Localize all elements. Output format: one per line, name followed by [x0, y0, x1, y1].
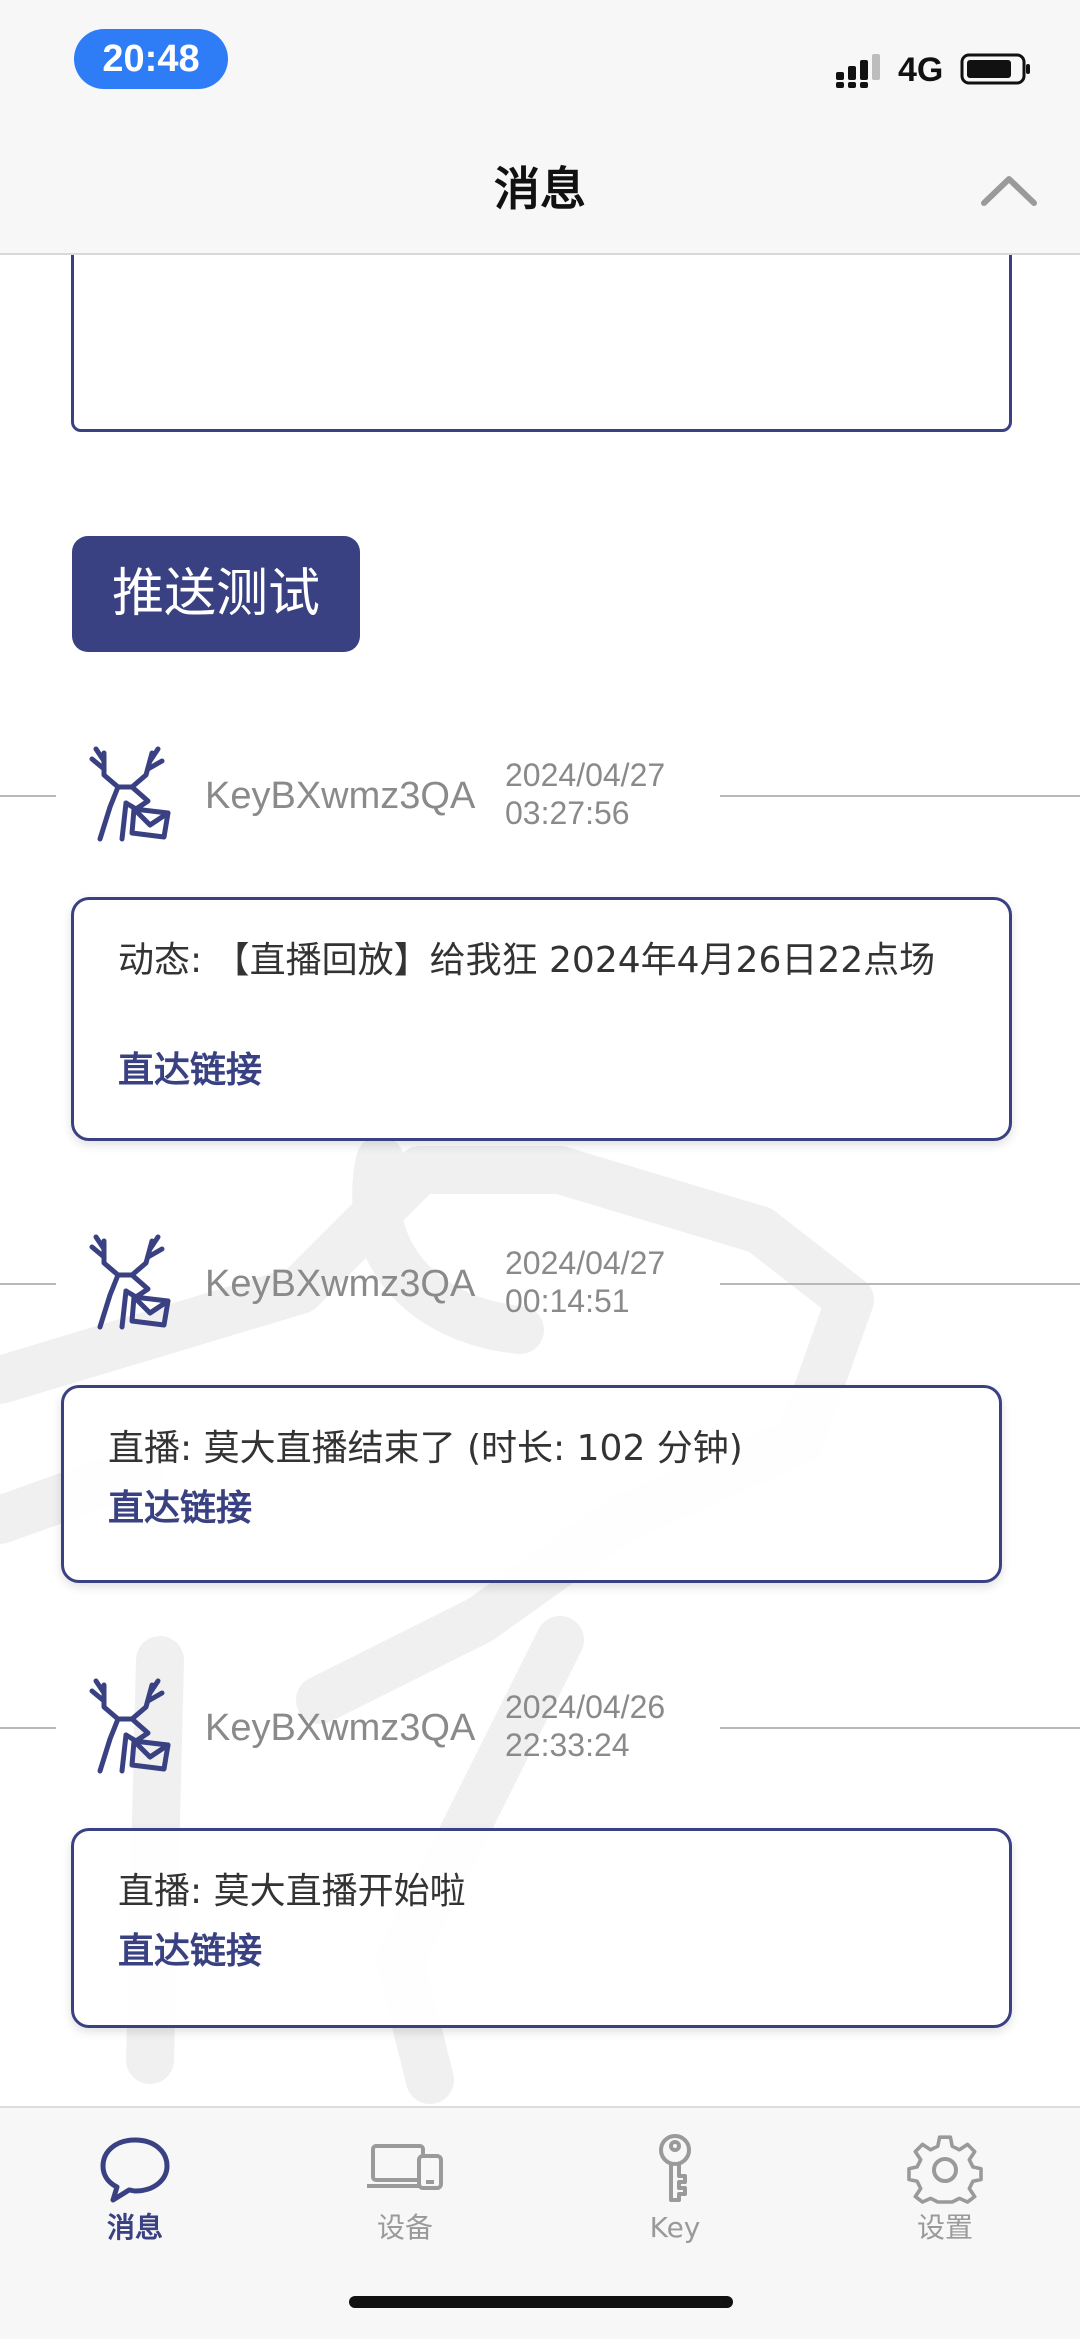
message-sender: KeyBXwmz3QA	[205, 775, 476, 817]
tab-label: 设备	[376, 2211, 433, 2244]
status-bar: 20:48 4G	[0, 0, 1080, 125]
chat-bubble-icon	[100, 2137, 170, 2203]
divider	[0, 795, 56, 797]
message-time: 00:14:51	[505, 1283, 630, 1319]
tab-settings[interactable]: 设置	[810, 2108, 1080, 2258]
message-body: 直播: 莫大直播结束了 (时长: 102 分钟)	[108, 1428, 743, 1469]
message-card: 动态: 【直播回放】给我狂 2024年4月26日22点场 直达链接	[71, 897, 1012, 1141]
divider	[720, 795, 1080, 797]
tab-label: 设置	[916, 2211, 973, 2244]
battery-icon	[960, 53, 1030, 85]
message-list[interactable]: 推送测试 KeyBXwmz3QA 2024/04/27 03:27:56 动态:…	[0, 255, 1080, 2105]
status-time: 20:48	[74, 29, 228, 89]
message-sender: KeyBXwmz3QA	[205, 1707, 476, 1749]
push-test-button[interactable]: 推送测试	[72, 536, 360, 652]
message-sender: KeyBXwmz3QA	[205, 1263, 476, 1305]
page-title: 消息	[494, 162, 586, 216]
tab-messages[interactable]: 消息	[0, 2108, 270, 2258]
direct-link[interactable]: 直达链接	[108, 1486, 252, 1532]
divider	[0, 1727, 56, 1729]
divider	[720, 1727, 1080, 1729]
message-date: 2024/04/27	[505, 757, 666, 793]
signal-icon	[836, 54, 880, 88]
key-icon	[659, 2134, 691, 2202]
divider	[0, 1283, 56, 1285]
deer-avatar-icon	[89, 1234, 171, 1330]
tab-label: 消息	[106, 2211, 163, 2244]
tab-key[interactable]: Key	[540, 2108, 810, 2258]
network-label: 4G	[898, 51, 944, 89]
message-card: 直播: 莫大直播开始啦 直达链接	[71, 1828, 1012, 2028]
message-header: KeyBXwmz3QA 2024/04/27 00:14:51	[0, 1233, 1080, 1333]
message-body: 直播: 莫大直播开始啦	[118, 1871, 466, 1912]
message-card: 直播: 莫大直播结束了 (时长: 102 分钟) 直达链接	[61, 1385, 1002, 1583]
devices-icon	[367, 2144, 443, 2190]
message-time: 03:27:56	[505, 795, 630, 831]
direct-link[interactable]: 直达链接	[118, 1048, 262, 1094]
message-date: 2024/04/26	[505, 1689, 666, 1725]
message-header: KeyBXwmz3QA 2024/04/26 22:33:24	[0, 1677, 1080, 1777]
tab-devices[interactable]: 设备	[270, 2108, 540, 2258]
home-indicator[interactable]	[349, 2296, 733, 2308]
gear-icon	[907, 2135, 983, 2204]
message-time: 22:33:24	[505, 1727, 630, 1763]
deer-avatar-icon	[89, 1678, 171, 1774]
message-header: KeyBXwmz3QA 2024/04/27 03:27:56	[0, 745, 1080, 845]
message-input[interactable]	[71, 255, 1012, 432]
message-body: 动态: 【直播回放】给我狂 2024年4月26日22点场	[118, 940, 936, 981]
divider	[720, 1283, 1080, 1285]
nav-bar: 消息	[0, 125, 1080, 255]
chevron-up-icon[interactable]	[976, 163, 1042, 215]
tab-label: Key	[649, 2211, 701, 2244]
message-date: 2024/04/27	[505, 1245, 666, 1281]
deer-avatar-icon	[89, 746, 171, 842]
direct-link[interactable]: 直达链接	[118, 1929, 262, 1975]
